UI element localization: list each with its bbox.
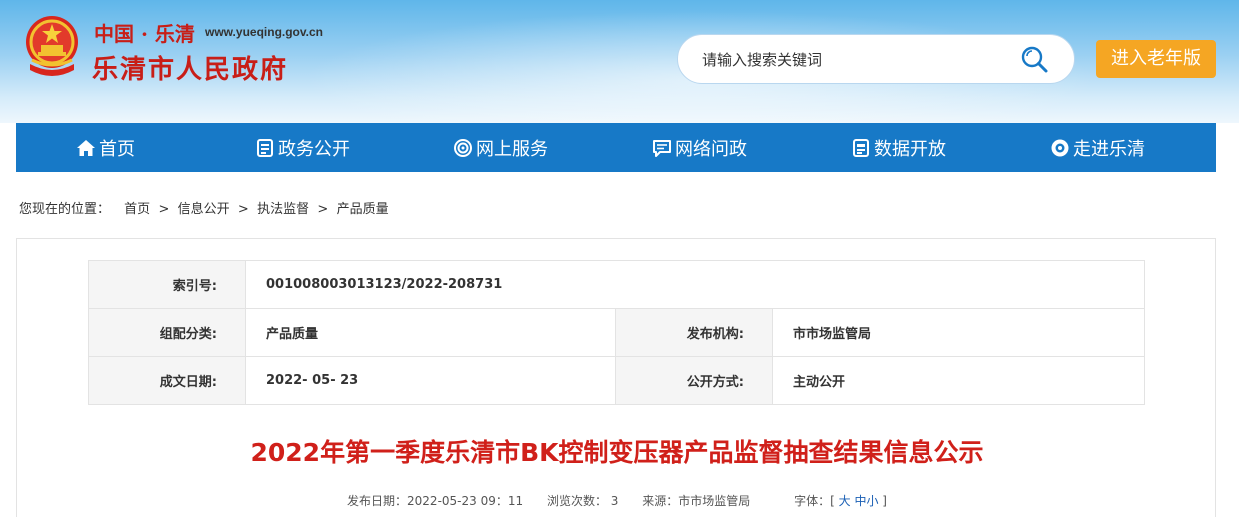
table-row: 组配分类: 产品质量 发布机构: 市市场监管局 <box>88 308 1145 357</box>
breadcrumb-item-info-open[interactable]: 信息公开 <box>178 202 230 217</box>
nav-label: 数据开放 <box>874 138 946 160</box>
article-title: 2022年第一季度乐清市BK控制变压器产品监督抽查结果信息公示 <box>250 438 984 467</box>
search-box <box>677 34 1075 84</box>
breadcrumb-item-product-quality[interactable]: 产品质量 <box>337 202 389 217</box>
breadcrumb-item-home[interactable]: 首页 <box>124 202 150 217</box>
home-icon <box>77 139 95 156</box>
breadcrumb-prefix: 您现在的位置： <box>19 202 111 217</box>
font-size-control: 字体：[ 大 中小 ] <box>794 494 887 508</box>
table-row: 成文日期: 2022- 05- 23 公开方式: 主动公开 <box>88 356 1145 405</box>
search-icon[interactable] <box>1020 45 1050 75</box>
open-mode-value: 主动公开 <box>772 356 1145 405</box>
date-value: 2022- 05- 23 <box>245 356 616 405</box>
nav-label: 网上服务 <box>476 138 548 160</box>
breadcrumb-separator: > <box>233 202 253 217</box>
nav-label: 走进乐清 <box>1073 138 1145 160</box>
index-label: 索引号: <box>88 260 246 309</box>
nav-label: 政务公开 <box>278 138 350 160</box>
nav-item-online-inquiry[interactable]: 网络问政 <box>652 123 747 172</box>
article-container: 索引号: 001008003013123/2022-208731 组配分类: 产… <box>16 238 1216 517</box>
service-icon <box>454 138 472 157</box>
site-header: 中国 · 乐清 www.yueqing.gov.cn 乐清市人民政府 进入老年版 <box>0 0 1239 123</box>
breadcrumb-separator: > <box>154 202 174 217</box>
nav-item-gov-affairs[interactable]: 政务公开 <box>255 123 350 172</box>
site-url: www.yueqing.gov.cn <box>205 25 324 39</box>
view-count: 浏览次数： 3 <box>546 494 619 508</box>
document-icon <box>257 138 273 157</box>
nav-item-home[interactable]: 首页 <box>76 123 135 172</box>
font-bracket-open: [ <box>830 494 839 508</box>
search-input[interactable] <box>702 47 1002 73</box>
publisher-label: 发布机构: <box>615 308 773 357</box>
table-row: 索引号: 001008003013123/2022-208731 <box>88 260 1145 309</box>
nav-item-open-data[interactable]: 数据开放 <box>851 123 946 172</box>
site-name[interactable]: 乐清市人民政府 <box>92 49 288 86</box>
eye-icon <box>1051 139 1069 156</box>
category-value: 产品质量 <box>245 308 616 357</box>
publish-date: 发布日期：2022-05-23 09：11 <box>347 494 524 508</box>
nav-item-about-yueqing[interactable]: 走进乐清 <box>1050 123 1145 172</box>
article-source: 来源：市市场监管局 <box>642 494 751 508</box>
elder-mode-button[interactable]: 进入老年版 <box>1096 40 1216 78</box>
meta-info-table: 索引号: 001008003013123/2022-208731 组配分类: 产… <box>88 260 1145 405</box>
logo-china-text: 中国 · 乐清 <box>94 22 195 46</box>
font-size-label: 字体： <box>794 494 831 508</box>
open-mode-label: 公开方式: <box>615 356 773 405</box>
publisher-value: 市市场监管局 <box>772 308 1145 357</box>
national-emblem-icon <box>26 16 78 76</box>
font-large-button[interactable]: 大 <box>839 494 851 508</box>
article-info-bar: 发布日期：2022-05-23 09：11 浏览次数： 3 来源：市市场监管局 … <box>17 492 1217 509</box>
nav-label: 首页 <box>99 138 135 160</box>
category-label: 组配分类: <box>88 308 246 357</box>
font-bracket-close: ] <box>878 494 887 508</box>
font-medium-button[interactable]: 中 <box>854 494 866 508</box>
index-value: 001008003013123/2022-208731 <box>245 260 1145 309</box>
nav-label: 网络问政 <box>675 138 747 160</box>
breadcrumb-separator: > <box>313 202 333 217</box>
font-small-button[interactable]: 小 <box>866 494 878 508</box>
date-label: 成文日期: <box>88 356 246 405</box>
main-nav: 首页 政务公开 网上服务 网络问政 数据开放 走进乐清 <box>16 123 1216 172</box>
breadcrumb-item-law-enforcement[interactable]: 执法监督 <box>257 202 309 217</box>
data-icon <box>853 138 869 157</box>
breadcrumb: 您现在的位置： 首页 > 信息公开 > 执法监督 > 产品质量 <box>19 198 389 217</box>
nav-item-online-service[interactable]: 网上服务 <box>453 123 548 172</box>
message-icon <box>653 139 671 157</box>
